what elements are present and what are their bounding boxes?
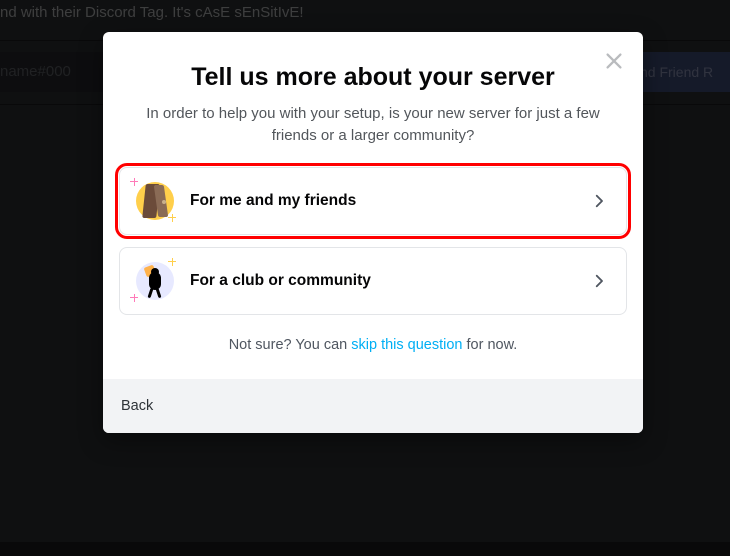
skip-link[interactable]: skip this question bbox=[351, 337, 462, 353]
modal-title: Tell us more about your server bbox=[129, 62, 617, 93]
chevron-right-icon bbox=[590, 192, 608, 210]
close-icon[interactable] bbox=[603, 50, 625, 72]
skip-text: Not sure? You can skip this question for… bbox=[119, 337, 627, 353]
skip-prefix: Not sure? You can bbox=[229, 337, 352, 353]
option-friends-label: For me and my friends bbox=[190, 192, 590, 210]
back-button[interactable]: Back bbox=[121, 398, 153, 414]
skip-suffix: for now. bbox=[462, 337, 517, 353]
friends-icon bbox=[132, 178, 178, 224]
option-community[interactable]: For a club or community bbox=[119, 247, 627, 315]
modal-subtitle: In order to help you with your setup, is… bbox=[131, 103, 615, 147]
chevron-right-icon bbox=[590, 272, 608, 290]
option-community-label: For a club or community bbox=[190, 272, 590, 290]
option-friends[interactable]: For me and my friends bbox=[119, 167, 627, 235]
server-type-modal: Tell us more about your server In order … bbox=[103, 32, 643, 433]
community-icon bbox=[132, 258, 178, 304]
modal-footer: Back bbox=[103, 379, 643, 433]
